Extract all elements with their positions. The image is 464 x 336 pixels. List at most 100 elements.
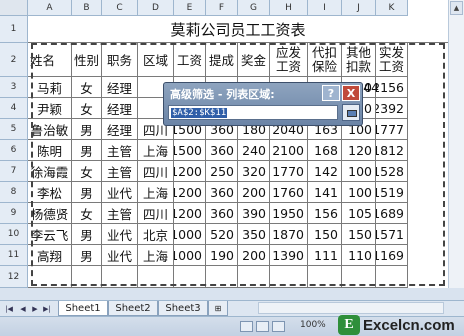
table-cell[interactable]: 经理 (102, 98, 138, 119)
normal-view-icon[interactable] (240, 321, 253, 332)
table-cell[interactable]: 1390 (270, 245, 308, 266)
table-cell[interactable]: 190 (206, 245, 238, 266)
table-cell[interactable]: 240 (238, 140, 270, 161)
table-cell[interactable]: 四川 (138, 161, 174, 182)
table-cell[interactable]: 200 (238, 245, 270, 266)
row-header-2[interactable]: 2 (0, 43, 28, 77)
column-title-cell[interactable]: 区域 (138, 43, 174, 77)
table-cell[interactable]: 主管 (102, 203, 138, 224)
table-cell[interactable]: 141 (308, 182, 342, 203)
table-cell[interactable]: 经理 (102, 119, 138, 140)
column-header-e[interactable]: E (174, 0, 206, 16)
empty-cell[interactable] (102, 266, 138, 288)
table-cell[interactable]: 360 (206, 182, 238, 203)
table-cell[interactable]: 1200 (174, 182, 206, 203)
empty-cell[interactable] (308, 266, 342, 288)
column-header-d[interactable]: D (138, 0, 174, 16)
table-cell[interactable]: 主管 (102, 140, 138, 161)
table-cell[interactable]: 女 (72, 203, 102, 224)
tab-sheet1[interactable]: Sheet1 (58, 301, 108, 316)
worksheet-grid[interactable]: 姓名性别职务区域工资提成奖金应发工资代扣保险其他扣款实发工资马莉女经理80215… (28, 16, 448, 288)
empty-cell[interactable] (174, 266, 206, 288)
table-cell[interactable]: 111 (308, 245, 342, 266)
table-cell[interactable]: 鲁治敏 (28, 119, 72, 140)
table-cell[interactable]: 主管 (102, 161, 138, 182)
table-cell[interactable]: 1528 (376, 161, 408, 182)
row-header-5[interactable]: 5 (0, 119, 28, 140)
column-title-cell[interactable]: 实发工资 (376, 43, 408, 77)
table-cell[interactable]: 女 (72, 161, 102, 182)
close-button[interactable]: X (342, 85, 360, 101)
table-cell[interactable]: 200 (238, 182, 270, 203)
tab-sheet2[interactable]: Sheet2 (108, 301, 158, 316)
row-header-12[interactable]: 12 (0, 266, 28, 288)
table-cell[interactable]: 168 (308, 140, 342, 161)
table-cell[interactable]: 男 (72, 245, 102, 266)
table-cell[interactable]: 1169 (376, 245, 408, 266)
table-cell[interactable]: 2392 (376, 98, 408, 119)
sheet-title[interactable]: 莫莉公司员工工资表 (28, 16, 448, 43)
table-cell[interactable]: 1500 (174, 140, 206, 161)
column-header-b[interactable]: B (72, 0, 102, 16)
table-cell[interactable]: 100 (342, 182, 376, 203)
insert-sheet-icon[interactable]: ⊞ (208, 301, 228, 316)
table-cell[interactable]: 上海 (138, 182, 174, 203)
table-cell[interactable]: 150 (308, 224, 342, 245)
page-layout-view-icon[interactable] (256, 321, 269, 332)
help-button[interactable]: ? (322, 85, 340, 101)
table-cell[interactable]: 1870 (270, 224, 308, 245)
column-title-cell[interactable]: 应发工资 (270, 43, 308, 77)
row-header-6[interactable]: 6 (0, 140, 28, 161)
table-cell[interactable]: 陈明 (28, 140, 72, 161)
table-cell[interactable]: 2100 (270, 140, 308, 161)
column-title-cell[interactable]: 提成 (206, 43, 238, 77)
table-cell[interactable]: 上海 (138, 140, 174, 161)
table-cell[interactable]: 320 (238, 161, 270, 182)
row-header-4[interactable]: 4 (0, 98, 28, 119)
table-cell[interactable]: 业代 (102, 245, 138, 266)
table-cell[interactable]: 女 (72, 98, 102, 119)
table-cell[interactable]: 1777 (376, 119, 408, 140)
table-cell[interactable]: 马莉 (28, 77, 72, 98)
table-cell[interactable]: 250 (206, 161, 238, 182)
column-title-cell[interactable]: 代扣保险 (308, 43, 342, 77)
table-cell[interactable]: 1200 (174, 161, 206, 182)
empty-cell[interactable] (138, 266, 174, 288)
table-cell[interactable]: 390 (238, 203, 270, 224)
table-cell[interactable]: 业代 (102, 182, 138, 203)
table-cell[interactable]: 1000 (174, 224, 206, 245)
table-cell[interactable]: 四川 (138, 203, 174, 224)
table-cell[interactable]: 142 (308, 161, 342, 182)
empty-cell[interactable] (270, 266, 308, 288)
table-cell[interactable]: 350 (238, 224, 270, 245)
table-cell[interactable]: 360 (206, 140, 238, 161)
table-cell[interactable]: 业代 (102, 224, 138, 245)
table-cell[interactable]: 男 (72, 140, 102, 161)
row-header-9[interactable]: 9 (0, 203, 28, 224)
table-cell[interactable]: 经理 (102, 77, 138, 98)
table-cell[interactable]: 李云飞 (28, 224, 72, 245)
table-cell[interactable]: 1200 (174, 203, 206, 224)
table-cell[interactable]: 徐海霞 (28, 161, 72, 182)
table-cell[interactable]: 1571 (376, 224, 408, 245)
table-cell[interactable]: 1689 (376, 203, 408, 224)
row-header-7[interactable]: 7 (0, 161, 28, 182)
column-header-h[interactable]: H (270, 0, 308, 16)
table-cell[interactable]: 110 (342, 245, 376, 266)
table-cell[interactable]: 男 (72, 119, 102, 140)
table-cell[interactable]: 1760 (270, 182, 308, 203)
row-header-1[interactable]: 1 (0, 16, 28, 43)
table-cell[interactable]: 100 (342, 161, 376, 182)
table-cell[interactable]: 1770 (270, 161, 308, 182)
empty-cell[interactable] (376, 266, 408, 288)
vertical-scrollbar[interactable]: ▲ ▼ (448, 0, 464, 304)
row-header-10[interactable]: 10 (0, 224, 28, 245)
column-header-j[interactable]: J (342, 0, 376, 16)
table-cell[interactable]: 156 (308, 203, 342, 224)
column-title-cell[interactable]: 职务 (102, 43, 138, 77)
empty-cell[interactable] (72, 266, 102, 288)
scroll-up-icon[interactable]: ▲ (450, 1, 463, 15)
table-cell[interactable]: 520 (206, 224, 238, 245)
column-header-g[interactable]: G (238, 0, 270, 16)
table-cell[interactable]: 女 (72, 77, 102, 98)
